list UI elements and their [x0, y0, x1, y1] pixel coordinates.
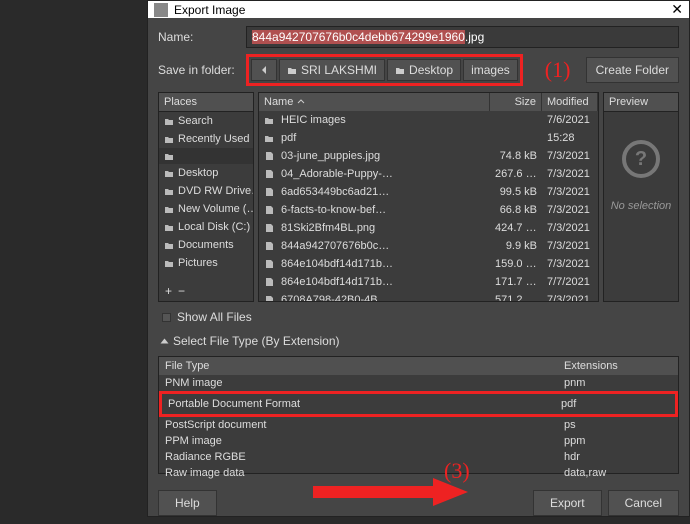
filename-selected: 844a942707676b0c4debb674299e1960 — [252, 30, 465, 44]
filetype-list: File Type Extensions PNM imagepnmPortabl… — [158, 356, 679, 474]
save-in-label: Save in folder: — [158, 63, 238, 77]
breadcrumb-item[interactable]: Desktop — [387, 59, 461, 81]
sidebar-item[interactable]: Desktop — [159, 164, 253, 182]
dialog-title: Export Image — [174, 3, 245, 17]
breadcrumb-item[interactable]: SRI LAKSHMI — [279, 59, 385, 81]
col-modified[interactable]: Modified — [542, 93, 598, 111]
places-header: Places — [159, 93, 253, 112]
cancel-button[interactable]: Cancel — [608, 490, 679, 516]
file-row[interactable]: 844a942707676b0c…9.9 kB7/3/2021 — [259, 237, 598, 255]
close-icon[interactable]: ✕ — [671, 1, 683, 18]
export-button[interactable]: Export — [533, 490, 602, 516]
filetype-row[interactable]: PostScript documentps — [159, 417, 678, 433]
filetype-row[interactable]: Radiance RGBEhdr — [159, 449, 678, 465]
preview-message: No selection — [611, 200, 672, 212]
name-label: Name: — [158, 30, 238, 44]
filetype-row[interactable]: Raw image datadata,raw — [159, 465, 678, 481]
breadcrumb-back[interactable] — [251, 59, 277, 81]
file-row[interactable]: 04_Adorable-Puppy-…267.6 kB7/3/2021 — [259, 165, 598, 183]
file-row[interactable]: HEIC images7/6/2021 — [259, 111, 598, 129]
show-all-toggle[interactable]: Show All Files — [158, 308, 679, 326]
app-icon — [154, 3, 168, 17]
sidebar-item[interactable]: Pictures — [159, 254, 253, 272]
titlebar: Export Image ✕ — [148, 1, 689, 18]
filetype-row[interactable]: Portable Document Formatpdf — [159, 391, 678, 417]
export-dialog: Export Image ✕ Name: 844a942707676b0c4de… — [147, 0, 690, 517]
filename-ext: .jpg — [465, 30, 484, 44]
file-row[interactable]: 6ad653449bc6ad21…99.5 kB7/3/2021 — [259, 183, 598, 201]
file-row[interactable]: 03-june_puppies.jpg74.8 kB7/3/2021 — [259, 147, 598, 165]
file-row[interactable]: 6708A798-42B0-4B…571.2 kB7/3/2021 — [259, 291, 598, 301]
col-filetype: File Type — [159, 357, 558, 375]
sidebar-item[interactable]: Search — [159, 112, 253, 130]
add-place-button[interactable]: + — [165, 284, 172, 298]
preview-header: Preview — [604, 93, 678, 112]
file-list: Name Size Modified HEIC images7/6/2021pd… — [258, 92, 599, 302]
col-size[interactable]: Size — [490, 93, 542, 111]
filetype-row[interactable]: PPM imageppm — [159, 433, 678, 449]
sidebar-item[interactable]: New Volume (… — [159, 200, 253, 218]
button-bar: Help Export Cancel (3) — [148, 482, 689, 524]
sidebar-item[interactable]: Recently Used — [159, 130, 253, 148]
annotation-1: (1) — [545, 57, 571, 83]
col-extensions: Extensions — [558, 357, 678, 375]
help-button[interactable]: Help — [158, 490, 217, 516]
sidebar-item[interactable]: Local Disk (C:) — [159, 218, 253, 236]
chevron-down-icon — [161, 339, 169, 344]
breadcrumb: SRI LAKSHMI Desktop images — [246, 54, 523, 86]
file-row[interactable]: 864e104bdf14d171b…171.7 kB7/7/2021 — [259, 273, 598, 291]
sidebar-item[interactable] — [159, 148, 253, 164]
breadcrumb-item[interactable]: images — [463, 59, 518, 81]
file-row[interactable]: 6-facts-to-know-bef…66.8 kB7/3/2021 — [259, 201, 598, 219]
col-name[interactable]: Name — [259, 93, 490, 111]
preview-panel: Preview ? No selection — [603, 92, 679, 302]
filename-input[interactable]: 844a942707676b0c4debb674299e1960 .jpg — [246, 26, 679, 48]
file-row[interactable]: 81Ski2Bfm4BL.png424.7 kB7/3/2021 — [259, 219, 598, 237]
file-row[interactable]: pdf15:28 — [259, 129, 598, 147]
checkbox-icon — [162, 313, 171, 322]
sidebar-item[interactable]: DVD RW Drive… — [159, 182, 253, 200]
file-row[interactable]: 864e104bdf14d171b…159.0 kB7/3/2021 — [259, 255, 598, 273]
remove-place-button[interactable]: − — [178, 284, 185, 298]
question-icon: ? — [622, 140, 660, 178]
places-panel: Places SearchRecently Used DesktopDVD RW … — [158, 92, 254, 302]
create-folder-button[interactable]: Create Folder — [586, 57, 679, 83]
select-filetype-toggle[interactable]: Select File Type (By Extension) — [158, 332, 679, 350]
filetype-row[interactable]: PNM imagepnm — [159, 375, 678, 391]
sidebar-item[interactable]: Documents — [159, 236, 253, 254]
